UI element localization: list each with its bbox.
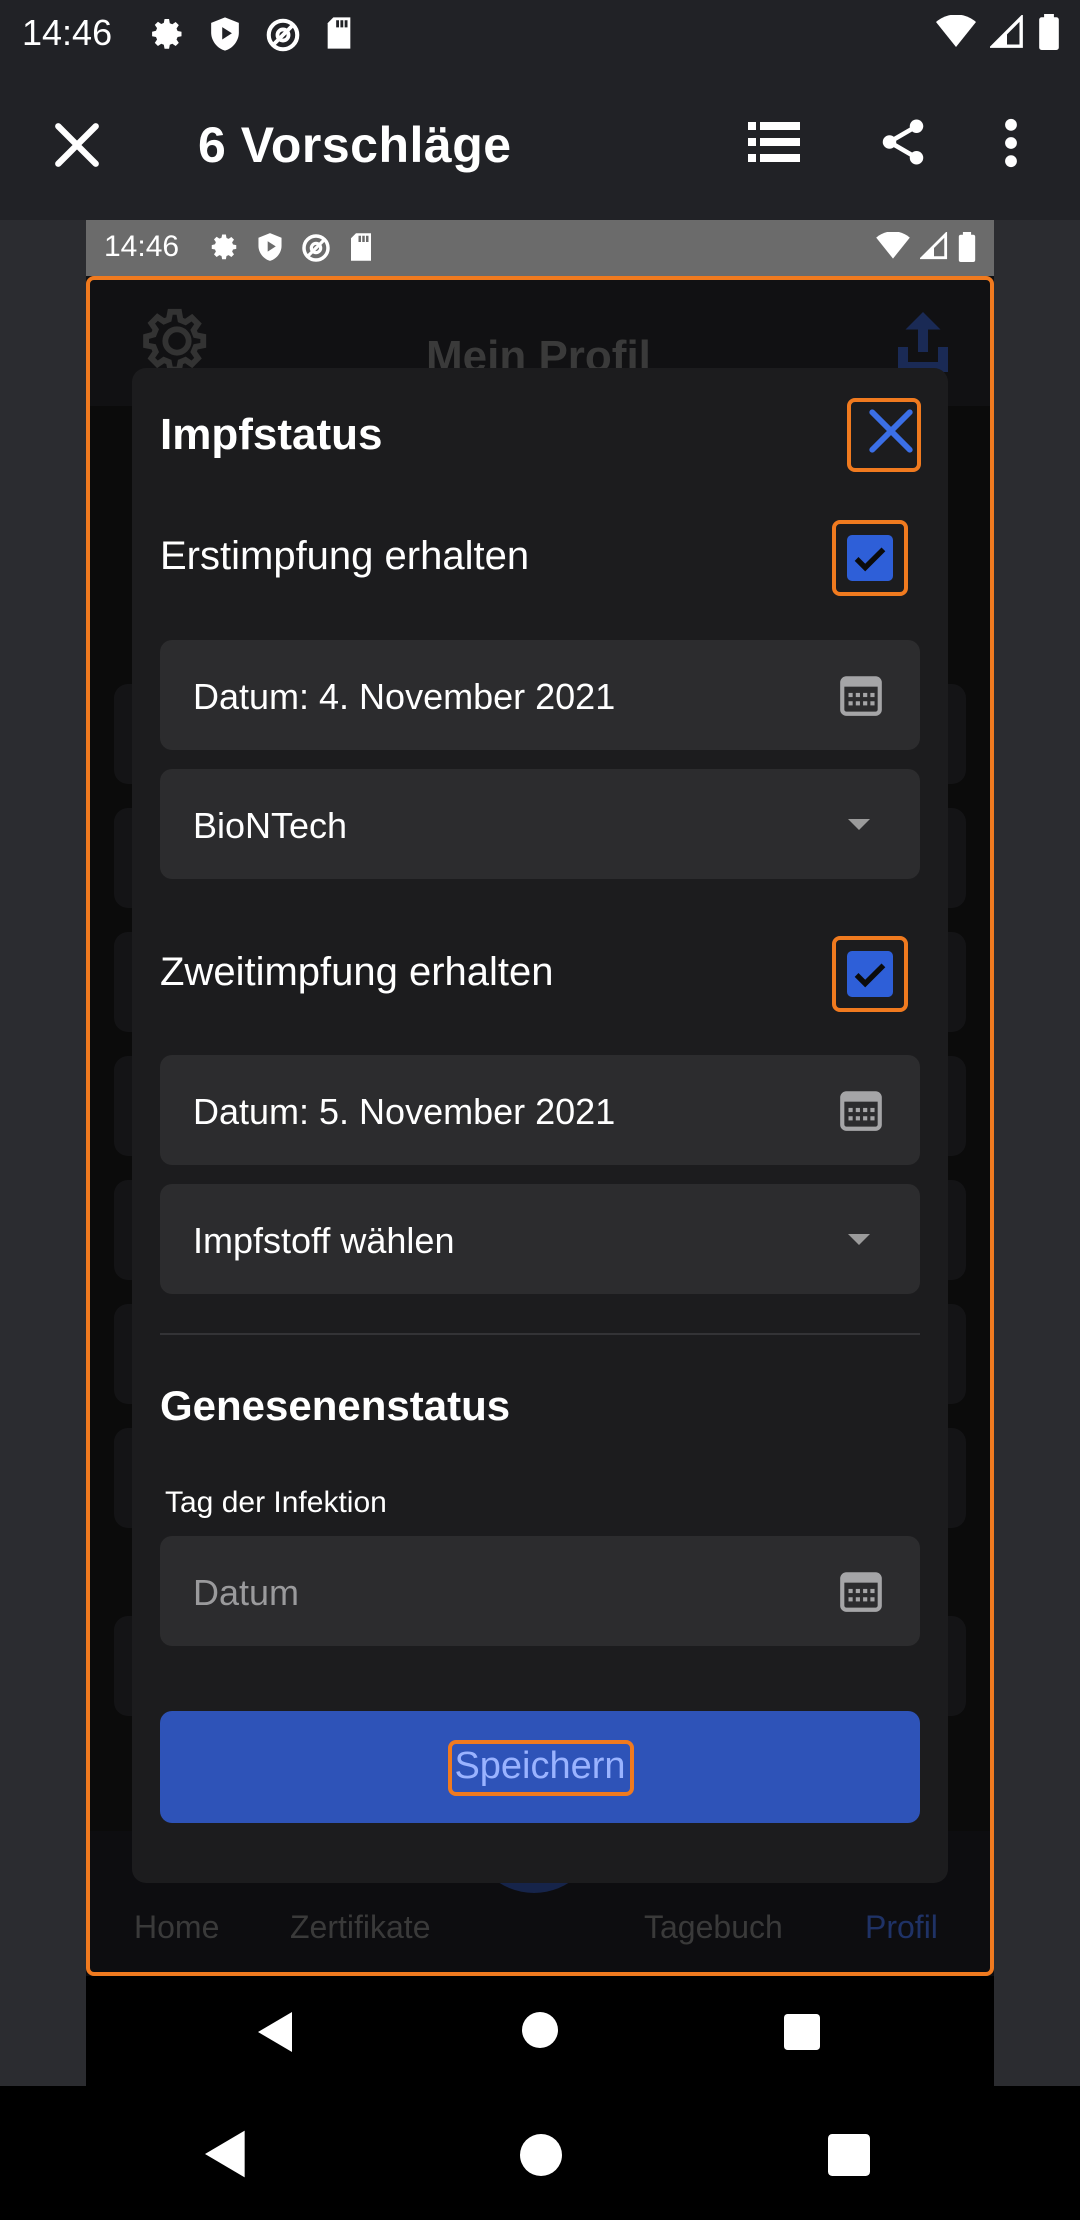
- battery-icon: [1039, 14, 1059, 50]
- first-dose-label: Erstimpfung erhalten: [160, 534, 530, 578]
- close-icon[interactable]: [52, 120, 102, 170]
- home-icon[interactable]: [520, 2134, 562, 2176]
- gear-icon: [143, 308, 207, 373]
- first-dose-vaccine: BioNTech: [193, 805, 348, 846]
- save-highlight: [448, 1740, 634, 1796]
- battery-icon: [958, 232, 976, 262]
- nav-home[interactable]: Home: [134, 1909, 219, 1946]
- checkmark-icon: [854, 963, 886, 988]
- status-time: 14:46: [22, 12, 113, 53]
- infection-date-field[interactable]: Datum: [160, 1536, 920, 1646]
- second-dose-label: Zweitimpfung erhalten: [160, 950, 554, 994]
- calendar-icon[interactable]: [836, 670, 886, 720]
- dropdown-arrow-icon: [848, 1234, 870, 1245]
- more-options-icon[interactable]: [1004, 118, 1018, 168]
- second-dose-vaccine-select[interactable]: Impfstoff wählen: [160, 1184, 920, 1294]
- nav-zertifikate[interactable]: Zertifikate: [290, 1909, 430, 1946]
- home-icon[interactable]: [522, 2012, 558, 2048]
- upload-icon: [898, 312, 948, 372]
- recovered-title: Genesenenstatus: [160, 1382, 511, 1429]
- close-icon[interactable]: [866, 406, 916, 456]
- first-dose-checkbox[interactable]: [847, 535, 893, 581]
- dropdown-arrow-icon: [848, 819, 870, 830]
- second-dose-checkbox[interactable]: [847, 951, 893, 997]
- share-icon[interactable]: [876, 114, 930, 170]
- inner-status-time: 14:46: [104, 230, 180, 263]
- checkmark-icon: [854, 547, 886, 572]
- second-dose-date-field[interactable]: Datum: 5. November 2021: [160, 1055, 920, 1165]
- first-dose-date-field[interactable]: Datum: 4. November 2021: [160, 640, 920, 750]
- at-sign-icon: [266, 18, 300, 52]
- second-dose-date: Datum: 5. November 2021: [193, 1091, 616, 1132]
- recents-icon[interactable]: [828, 2134, 870, 2176]
- section-divider: [160, 1333, 920, 1335]
- recents-icon[interactable]: [784, 2014, 820, 2050]
- infection-date-placeholder: Datum: [193, 1572, 300, 1613]
- wifi-icon: [876, 232, 910, 259]
- nav-profil[interactable]: Profil: [865, 1909, 938, 1946]
- calendar-icon[interactable]: [836, 1566, 886, 1616]
- calendar-icon[interactable]: [836, 1085, 886, 1135]
- nav-tagebuch[interactable]: Tagebuch: [644, 1909, 783, 1946]
- wifi-icon: [936, 15, 976, 47]
- back-icon[interactable]: [258, 2012, 294, 2052]
- settings-icon: [152, 19, 182, 49]
- inner-navigation-bar: [86, 1976, 994, 2086]
- first-dose-date: Datum: 4. November 2021: [193, 676, 616, 717]
- status-bar: 14:46: [0, 0, 1080, 70]
- sd-card-icon: [351, 233, 371, 261]
- app-bar-title: 6 Vorschläge: [198, 117, 512, 173]
- sd-card-icon: [327, 17, 351, 49]
- signal-icon: [920, 232, 948, 260]
- first-dose-vaccine-select[interactable]: BioNTech: [160, 769, 920, 879]
- impfstatus-title: Impfstatus: [160, 410, 383, 459]
- app-bar: 6 Vorschläge: [0, 70, 1080, 220]
- shield-play-icon: [258, 233, 282, 261]
- vaccination-dialog: Impfstatus Erstimpfung erhalten Datum: 4…: [132, 368, 948, 1883]
- signal-icon: [990, 15, 1023, 48]
- list-view-icon[interactable]: [748, 120, 800, 164]
- settings-icon: [211, 234, 237, 260]
- system-navigation-bar: [0, 2086, 1080, 2220]
- inner-status-bar: 14:46: [86, 220, 994, 276]
- infection-day-label: Tag der Infektion: [165, 1486, 387, 1519]
- back-icon[interactable]: [205, 2130, 247, 2178]
- at-sign-icon: [302, 234, 330, 262]
- shield-play-icon: [211, 17, 239, 51]
- second-dose-vaccine: Impfstoff wählen: [193, 1220, 455, 1261]
